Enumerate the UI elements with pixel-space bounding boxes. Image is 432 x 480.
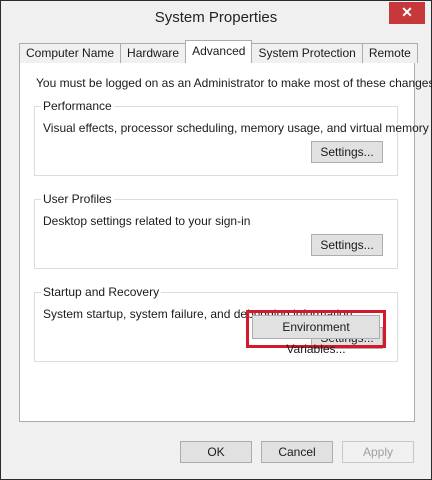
tab-system-protection[interactable]: System Protection — [251, 43, 363, 63]
tab-advanced[interactable]: Advanced — [185, 40, 253, 63]
close-button[interactable]: ✕ — [389, 2, 425, 24]
tab-bar: Computer Name Hardware Advanced System P… — [19, 40, 418, 63]
cancel-button[interactable]: Cancel — [261, 441, 333, 463]
user-profiles-settings-button[interactable]: Settings... — [311, 234, 383, 256]
performance-description: Visual effects, processor scheduling, me… — [43, 121, 429, 135]
system-properties-window: System Properties ✕ You must be logged o… — [0, 0, 432, 480]
startup-recovery-legend: Startup and Recovery — [41, 285, 162, 299]
performance-legend: Performance — [41, 99, 114, 113]
tab-hardware[interactable]: Hardware — [120, 43, 187, 63]
advanced-tab-panel: You must be logged on as an Administrato… — [19, 62, 432, 422]
user-profiles-description: Desktop settings related to your sign-in — [43, 214, 251, 228]
apply-button[interactable]: Apply — [342, 441, 414, 463]
user-profiles-legend: User Profiles — [41, 192, 114, 206]
close-icon: ✕ — [401, 4, 413, 20]
performance-settings-button[interactable]: Settings... — [311, 141, 383, 163]
admin-notice: You must be logged on as an Administrato… — [36, 76, 432, 90]
ok-button[interactable]: OK — [180, 441, 252, 463]
performance-group: Performance Visual effects, processor sc… — [34, 99, 429, 176]
tab-remote[interactable]: Remote — [361, 43, 418, 63]
title-bar[interactable]: System Properties ✕ — [1, 1, 431, 34]
tab-computer-name[interactable]: Computer Name — [19, 43, 122, 63]
user-profiles-group: User Profiles Desktop settings related t… — [34, 192, 398, 269]
window-title: System Properties — [154, 9, 278, 26]
environment-variables-button[interactable]: Environment Variables... — [252, 315, 380, 356]
